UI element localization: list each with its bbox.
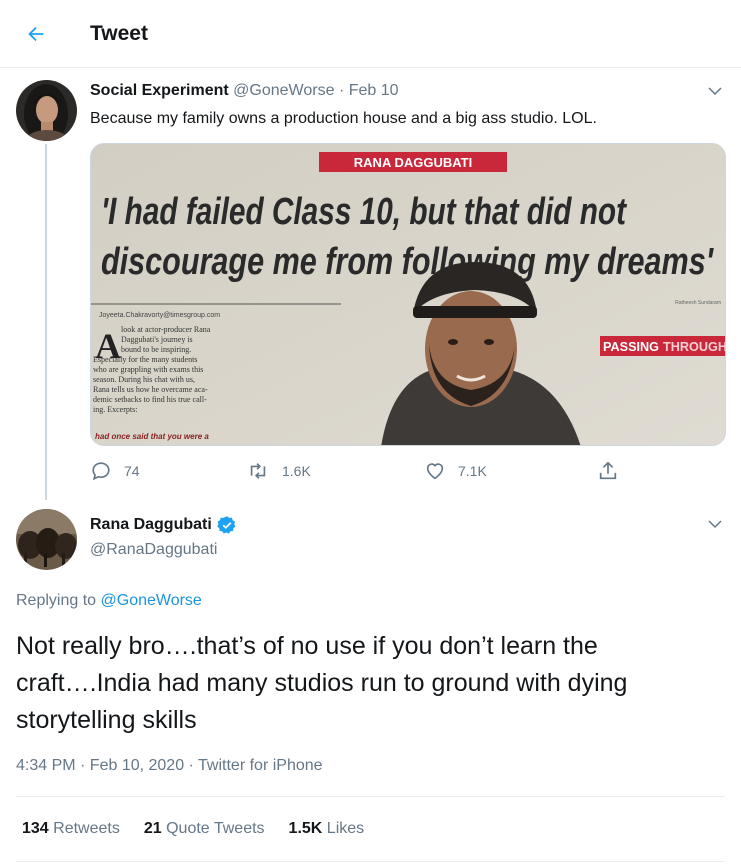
tweet-timestamp[interactable]: 4:34 PM · Feb 10, 2020 · Twitter for iPh…	[16, 757, 323, 775]
avatar-image	[16, 509, 77, 570]
arrow-left-icon	[28, 26, 44, 42]
svg-text:Daggubati's journey is: Daggubati's journey is	[121, 335, 193, 344]
divider	[16, 861, 725, 862]
verified-badge-icon	[217, 516, 236, 534]
author-name[interactable]: Social Experiment	[90, 82, 229, 99]
quotes-label: Quote Tweets	[166, 820, 265, 837]
reply-icon	[92, 462, 110, 481]
retweets-label: Retweets	[53, 820, 120, 837]
media-through-label: THROUGH	[663, 339, 726, 354]
media-headline-line2: discourage me from following my dreams'	[101, 241, 715, 283]
separator: ·	[338, 82, 345, 99]
likes-count: 1.5K	[288, 820, 323, 837]
likes-label: Likes	[326, 820, 365, 837]
likes-stat[interactable]: 1.5K Likes	[289, 820, 365, 838]
media-question: had once said that you were a	[95, 432, 209, 441]
tweet-text: Because my family owns a production hous…	[90, 110, 597, 127]
replying-to-link[interactable]: @GoneWorse	[101, 592, 202, 609]
like-button[interactable]: 7.1K	[424, 460, 487, 482]
svg-text:Especially for the many studen: Especially for the many students	[93, 355, 197, 364]
media-byline: Joyeeta.Chakravorty@timesgroup.com	[99, 312, 220, 319]
avatar-rana-daggubati[interactable]	[16, 509, 77, 570]
media-passing-label: PASSING	[603, 339, 659, 354]
svg-text:who are grappling with exams t: who are grappling with exams this	[93, 365, 203, 374]
media-headline-line1: 'I had failed Class 10, but that did not	[101, 191, 627, 233]
svg-text:look at actor-producer Rana: look at actor-producer Rana	[121, 325, 211, 334]
media-banner: RANA DAGGUBATI	[354, 155, 472, 170]
chevron-down-icon	[708, 87, 722, 96]
share-icon	[599, 461, 617, 480]
share-button[interactable]	[597, 460, 619, 482]
author-name[interactable]: Rana Daggubati	[90, 516, 212, 534]
back-button[interactable]	[18, 16, 54, 52]
svg-text:ing. Excerpts:: ing. Excerpts:	[93, 405, 137, 414]
replying-prefix: Replying to	[16, 592, 97, 609]
tweet-menu-button[interactable]	[703, 512, 727, 536]
reply-count: 74	[124, 463, 140, 479]
divider	[16, 796, 725, 797]
retweets-count: 134	[22, 820, 49, 837]
retweets-stat[interactable]: 134 Retweets	[22, 820, 120, 838]
retweet-count: 1.6K	[282, 463, 311, 479]
quote-tweets-stat[interactable]: 21 Quote Tweets	[144, 820, 265, 838]
retweet-icon	[250, 463, 266, 479]
svg-text:Rana tells us how he overcame: Rana tells us how he overcame aca-	[93, 385, 208, 394]
author-handle[interactable]: @RanaDaggubati	[90, 541, 217, 559]
heart-icon	[426, 463, 444, 480]
svg-text:demic setbacks to find his tru: demic setbacks to find his true call-	[93, 395, 207, 404]
chevron-down-icon	[708, 520, 722, 529]
avatar-social-experiment[interactable]	[16, 80, 77, 141]
tweet-header: Rana Daggubati	[90, 515, 237, 535]
tweet-menu-button[interactable]	[703, 79, 727, 103]
page-header: Tweet	[0, 0, 741, 68]
replying-to: Replying to @GoneWorse	[16, 592, 202, 610]
author-handle[interactable]: @GoneWorse	[233, 82, 334, 99]
like-count: 7.1K	[458, 463, 487, 479]
avatar-image	[16, 80, 77, 141]
tweet-media-image[interactable]: RANA DAGGUBATI 'I had failed Class 10, b…	[90, 143, 726, 446]
reply-button[interactable]: 74	[90, 460, 140, 482]
tweet-date[interactable]: Feb 10	[349, 82, 399, 99]
tweet-text: Not really bro….that’s of no use if you …	[16, 632, 628, 734]
tweet-header: Social Experiment @GoneWorse · Feb 10	[90, 82, 399, 100]
thread-line	[45, 144, 47, 500]
page-title: Tweet	[90, 22, 148, 45]
newspaper-clipping: RANA DAGGUBATI 'I had failed Class 10, b…	[91, 144, 726, 445]
svg-text:bound to be inspiring.: bound to be inspiring.	[121, 345, 191, 354]
tweet-stats: 134 Retweets 21 Quote Tweets 1.5K Likes	[22, 820, 364, 838]
svg-text:season. During his chat with u: season. During his chat with us,	[93, 375, 195, 384]
retweet-button[interactable]: 1.6K	[246, 460, 311, 482]
media-photo-credit: Ratheesh Sundaram	[675, 300, 721, 306]
quotes-count: 21	[143, 820, 162, 837]
